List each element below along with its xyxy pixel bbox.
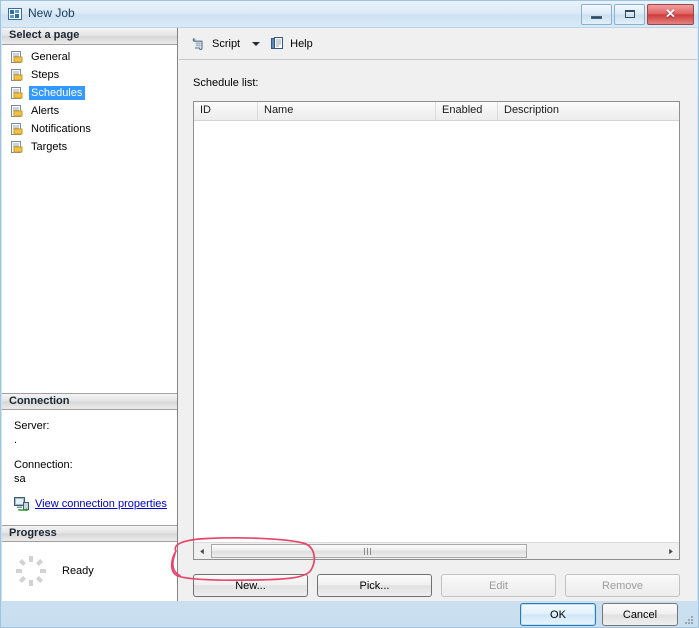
sidebar-item-label: Alerts [31,105,60,117]
page-document-icon [11,141,23,153]
progress-body: Ready [2,542,177,588]
column-header-id[interactable]: ID [194,102,258,120]
sidebar-item-general[interactable]: General [2,48,177,66]
schedule-list-body[interactable] [194,121,679,541]
help-label: Help [290,37,313,50]
ok-button[interactable]: OK [520,603,596,626]
progress-section: Progress Ready [2,525,177,588]
column-header-description[interactable]: Description [498,102,679,120]
close-button[interactable]: ✕ [647,4,694,25]
window-controls: ✕ [581,4,694,25]
sidebar: Select a page General Steps Schedules Al… [2,28,178,601]
column-header-enabled[interactable]: Enabled [436,102,498,120]
dialog-footer: OK Cancel [2,600,697,628]
schedule-list[interactable]: ID Name Enabled Description [193,101,680,560]
minimize-button[interactable] [581,4,612,25]
column-header-name[interactable]: Name [258,102,436,120]
new-job-dialog: New Job ✕ Select a page General Steps Sc… [0,0,699,628]
help-button[interactable]: Help [266,33,316,55]
view-connection-properties-link[interactable]: View connection properties [35,498,167,510]
dialog-client-area: Select a page General Steps Schedules Al… [2,27,697,601]
progress-header: Progress [2,525,177,542]
sidebar-item-label: Notifications [31,123,91,135]
sidebar-item-steps[interactable]: Steps [2,66,177,84]
script-button[interactable]: Script [188,33,243,55]
chevron-down-icon[interactable] [252,41,261,46]
sidebar-item-label: Schedules [29,86,86,100]
schedule-actions: New... Pick... Edit Remove [193,574,680,597]
page-list: General Steps Schedules Alerts Notificat… [2,45,177,156]
footer-buttons: OK Cancel [520,603,678,626]
scroll-left-arrow-icon[interactable] [194,543,211,559]
sidebar-item-label: Steps [31,69,60,81]
page-document-icon [11,123,23,135]
close-icon: ✕ [665,6,676,21]
cancel-button[interactable]: Cancel [602,603,678,626]
maximize-button[interactable] [614,4,645,25]
remove-button: Remove [565,574,680,597]
window-title: New Job [28,6,75,20]
resize-grip-icon[interactable] [682,614,694,626]
schedule-list-header: ID Name Enabled Description [194,102,679,121]
scrollbar-grip-icon [364,547,374,555]
sidebar-item-targets[interactable]: Targets [2,138,177,156]
sidebar-item-notifications[interactable]: Notifications [2,120,177,138]
sidebar-item-label: Targets [31,141,68,153]
new-button[interactable]: New... [193,574,308,597]
main-panel: Script Help Schedule list: ID Name Enabl… [179,28,697,601]
ssms-dialog-icon [8,8,22,20]
page-document-icon [11,51,23,63]
connection-value: sa [14,473,26,485]
server-value: . [14,434,18,446]
progress-spinner-icon [16,556,46,586]
connection-section: Connection Server: . Connection: sa View… [2,393,177,511]
connection-header: Connection [2,393,177,410]
title-bar: New Job ✕ [1,1,698,27]
server-connection-icon [14,497,29,511]
script-scroll-icon [192,37,203,51]
progress-status: Ready [62,565,94,577]
view-connection-properties-row[interactable]: View connection properties [14,496,177,511]
connection-body: Server: . Connection: sa View connection… [2,410,177,511]
maximize-icon [625,10,635,18]
server-label: Server: [14,420,50,432]
pick-button[interactable]: Pick... [317,574,432,597]
edit-button: Edit [441,574,556,597]
select-page-header: Select a page [2,28,177,45]
sidebar-item-alerts[interactable]: Alerts [2,102,177,120]
sidebar-item-label: General [31,51,71,63]
page-document-icon [11,87,23,99]
scrollbar-track[interactable] [211,543,662,559]
page-document-icon [11,105,23,117]
toolbar: Script Help [179,28,697,60]
page-document-icon [11,69,23,81]
sidebar-item-schedules[interactable]: Schedules [2,84,177,102]
minimize-icon [591,16,602,19]
help-document-icon [271,37,284,49]
horizontal-scrollbar[interactable] [194,542,679,559]
schedule-list-label: Schedule list: [193,77,259,89]
scroll-right-arrow-icon[interactable] [662,543,679,559]
connection-label: Connection: [14,459,73,471]
script-label: Script [212,37,241,50]
scrollbar-thumb[interactable] [211,544,527,558]
